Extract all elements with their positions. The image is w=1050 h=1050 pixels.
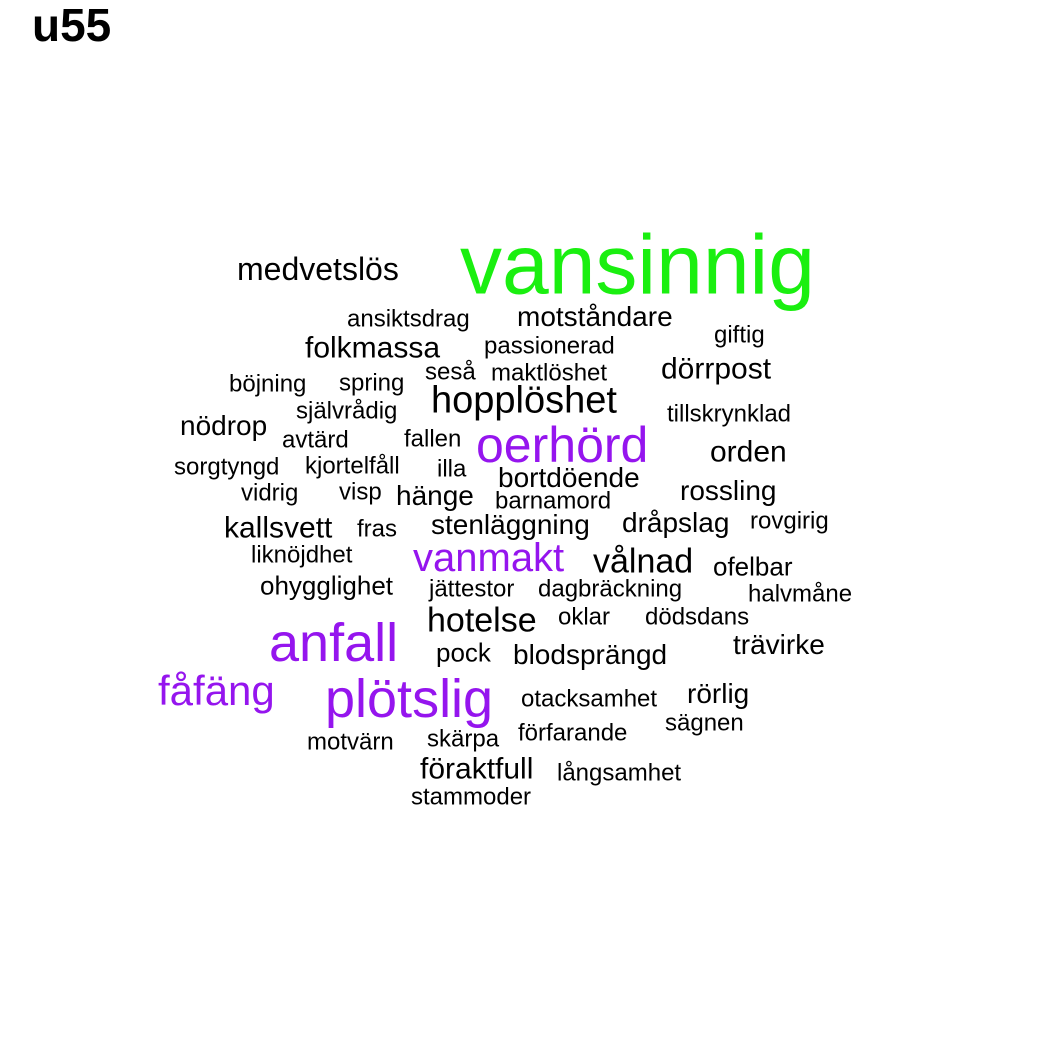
cloud-word: oklar — [558, 603, 611, 631]
cloud-word: motvärn — [307, 728, 394, 756]
cloud-word: anfall — [269, 612, 399, 673]
cloud-word: fras — [357, 515, 398, 543]
cloud-word: fallen — [404, 425, 462, 453]
cloud-word: ansiktsdrag — [347, 305, 470, 333]
cloud-word: otacksamhet — [521, 685, 658, 713]
cloud-word: medvetslös — [237, 251, 399, 288]
cloud-word: stammoder — [411, 783, 532, 811]
cloud-word: trävirke — [733, 629, 825, 661]
cloud-word: folkmassa — [305, 331, 441, 365]
cloud-word: dråpslag — [622, 507, 730, 539]
cloud-word: hopplöshet — [431, 379, 617, 422]
cloud-word: dödsdans — [645, 603, 750, 631]
cloud-word: långsamhet — [557, 759, 682, 787]
cloud-word: passionerad — [484, 332, 615, 360]
cloud-word: avtärd — [282, 426, 349, 454]
cloud-word: dörrpost — [661, 352, 772, 386]
cloud-word: sorgtyngd — [174, 453, 280, 481]
cloud-word: hotelse — [427, 601, 537, 640]
cloud-word: orden — [710, 435, 787, 469]
cloud-word: ohygglighet — [260, 570, 393, 601]
cloud-word: vålnad — [593, 542, 694, 581]
cloud-word: vansinnig — [460, 217, 815, 312]
cloud-word: dagbräckning — [538, 575, 683, 603]
cloud-word: ofelbar — [713, 551, 793, 582]
cloud-word: liknöjdhet — [251, 541, 353, 569]
cloud-word: vanmakt — [413, 535, 565, 580]
cloud-word: förfarande — [518, 719, 628, 747]
cloud-word: motståndare — [517, 301, 673, 333]
cloud-word: böjning — [229, 370, 307, 398]
cloud-word: nödrop — [180, 410, 268, 442]
cloud-word: plötslig — [325, 668, 494, 729]
cloud-word: rovgirig — [750, 507, 829, 535]
cloud-word: visp — [339, 478, 382, 506]
cloud-word: spring — [339, 369, 405, 397]
cloud-word: hänge — [396, 480, 474, 512]
cloud-word: illa — [437, 455, 467, 483]
cloud-word: tillskrynklad — [667, 400, 792, 428]
cloud-word: fåfäng — [158, 667, 275, 715]
cloud-word: kjortelfåll — [305, 452, 400, 480]
cloud-word: kallsvett — [224, 511, 333, 545]
cloud-word: sägnen — [665, 709, 744, 737]
cloud-word: pock — [436, 637, 491, 668]
cloud-word: blodsprängd — [513, 639, 668, 671]
cloud-word: rörlig — [687, 678, 750, 710]
cloud-word: föraktfull — [420, 752, 534, 786]
cloud-word: halvmåne — [748, 580, 853, 608]
cloud-word: självrådig — [296, 397, 398, 425]
cloud-word: jättestor — [429, 575, 515, 603]
cloud-word: rossling — [680, 475, 777, 507]
cloud-word: giftig — [714, 321, 765, 349]
cloud-word: skärpa — [427, 725, 500, 753]
word-cloud: vansinnig medvetslös ansiktsdrag motståndar… — [0, 0, 1050, 1050]
cloud-word: vidrig — [241, 479, 299, 507]
